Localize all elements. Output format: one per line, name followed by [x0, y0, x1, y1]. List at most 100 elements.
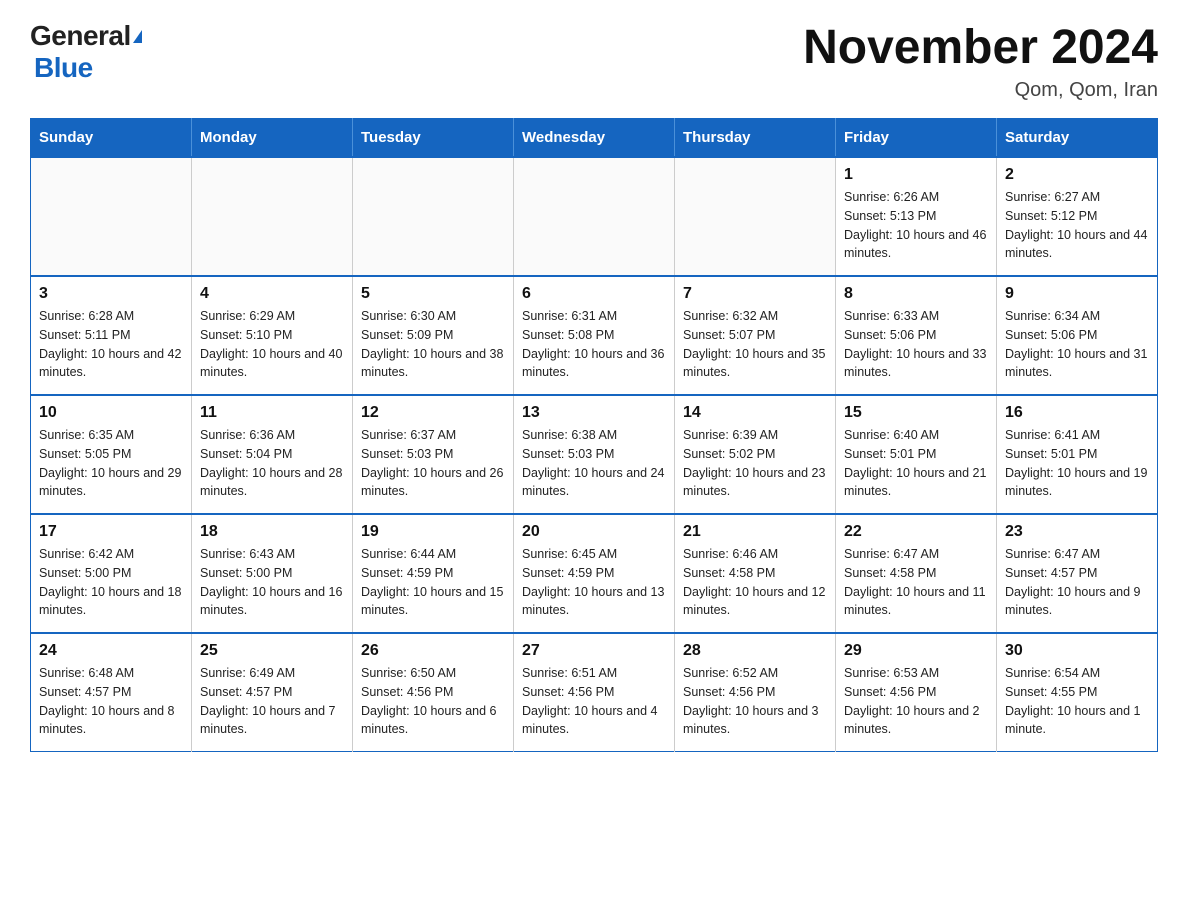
day-number: 18: [200, 523, 344, 541]
location-title: Qom, Qom, Iran: [803, 79, 1158, 102]
calendar-cell: 28 Sunrise: 6:52 AMSunset: 4:56 PMDayligh…: [675, 633, 836, 752]
calendar-cell: 21 Sunrise: 6:46 AMSunset: 4:58 PMDayligh…: [675, 514, 836, 633]
day-number: 13: [522, 404, 666, 422]
day-number: 25: [200, 642, 344, 660]
calendar-cell: 6 Sunrise: 6:31 AMSunset: 5:08 PMDaylight…: [514, 276, 675, 395]
day-number: 24: [39, 642, 183, 660]
title-block: November 2024 Qom, Qom, Iran: [803, 20, 1158, 102]
calendar-cell: 4 Sunrise: 6:29 AMSunset: 5:10 PMDaylight…: [192, 276, 353, 395]
weekday-header-sunday: Sunday: [31, 119, 192, 158]
day-number: 8: [844, 285, 988, 303]
day-number: 15: [844, 404, 988, 422]
calendar-cell: 1 Sunrise: 6:26 AMSunset: 5:13 PMDaylight…: [836, 157, 997, 276]
day-number: 14: [683, 404, 827, 422]
calendar-cell: [353, 157, 514, 276]
day-number: 1: [844, 166, 988, 184]
calendar-cell: 2 Sunrise: 6:27 AMSunset: 5:12 PMDaylight…: [997, 157, 1158, 276]
sun-info: Sunrise: 6:27 AMSunset: 5:12 PMDaylight:…: [1005, 188, 1149, 263]
sun-info: Sunrise: 6:53 AMSunset: 4:56 PMDaylight:…: [844, 664, 988, 739]
sun-info: Sunrise: 6:36 AMSunset: 5:04 PMDaylight:…: [200, 426, 344, 501]
calendar-header-row: SundayMondayTuesdayWednesdayThursdayFrid…: [31, 119, 1158, 158]
calendar-cell: 3Sunrise: 6:28 AMSunset: 5:11 PMDaylight…: [31, 276, 192, 395]
weekday-header-thursday: Thursday: [675, 119, 836, 158]
calendar-week-row: 24 Sunrise: 6:48 AMSunset: 4:57 PMDayligh…: [31, 633, 1158, 752]
day-number: 4: [200, 285, 344, 303]
sun-info: Sunrise: 6:39 AMSunset: 5:02 PMDaylight:…: [683, 426, 827, 501]
weekday-header-saturday: Saturday: [997, 119, 1158, 158]
day-number: 9: [1005, 285, 1149, 303]
day-number: 30: [1005, 642, 1149, 660]
sun-info: Sunrise: 6:44 AMSunset: 4:59 PMDaylight:…: [361, 545, 505, 620]
sun-info: Sunrise: 6:33 AMSunset: 5:06 PMDaylight:…: [844, 307, 988, 382]
calendar-cell: 9 Sunrise: 6:34 AMSunset: 5:06 PMDaylight…: [997, 276, 1158, 395]
sun-info: Sunrise: 6:26 AMSunset: 5:13 PMDaylight:…: [844, 188, 988, 263]
calendar-cell: [514, 157, 675, 276]
day-number: 7: [683, 285, 827, 303]
calendar-cell: [192, 157, 353, 276]
sun-info: Sunrise: 6:52 AMSunset: 4:56 PMDaylight:…: [683, 664, 827, 739]
weekday-header-friday: Friday: [836, 119, 997, 158]
sun-info: Sunrise: 6:30 AMSunset: 5:09 PMDaylight:…: [361, 307, 505, 382]
sun-info: Sunrise: 6:29 AMSunset: 5:10 PMDaylight:…: [200, 307, 344, 382]
sun-info: Sunrise: 6:46 AMSunset: 4:58 PMDaylight:…: [683, 545, 827, 620]
day-number: 22: [844, 523, 988, 541]
calendar-cell: 7 Sunrise: 6:32 AMSunset: 5:07 PMDaylight…: [675, 276, 836, 395]
day-number: 23: [1005, 523, 1149, 541]
calendar-cell: 19Sunrise: 6:44 AMSunset: 4:59 PMDayligh…: [353, 514, 514, 633]
sun-info: Sunrise: 6:42 AMSunset: 5:00 PMDaylight:…: [39, 545, 183, 620]
day-number: 16: [1005, 404, 1149, 422]
calendar-cell: 18 Sunrise: 6:43 AMSunset: 5:00 PMDayligh…: [192, 514, 353, 633]
day-number: 11: [200, 404, 344, 422]
calendar-week-row: 1 Sunrise: 6:26 AMSunset: 5:13 PMDaylight…: [31, 157, 1158, 276]
logo: General Blue: [30, 20, 142, 84]
logo-blue-text: Blue: [34, 52, 93, 83]
calendar-cell: 26Sunrise: 6:50 AMSunset: 4:56 PMDayligh…: [353, 633, 514, 752]
sun-info: Sunrise: 6:54 AMSunset: 4:55 PMDaylight:…: [1005, 664, 1149, 739]
calendar-week-row: 10 Sunrise: 6:35 AMSunset: 5:05 PMDayligh…: [31, 395, 1158, 514]
calendar-week-row: 17Sunrise: 6:42 AMSunset: 5:00 PMDayligh…: [31, 514, 1158, 633]
day-number: 5: [361, 285, 505, 303]
day-number: 12: [361, 404, 505, 422]
sun-info: Sunrise: 6:41 AMSunset: 5:01 PMDaylight:…: [1005, 426, 1149, 501]
calendar-cell: 16 Sunrise: 6:41 AMSunset: 5:01 PMDayligh…: [997, 395, 1158, 514]
calendar-week-row: 3Sunrise: 6:28 AMSunset: 5:11 PMDaylight…: [31, 276, 1158, 395]
calendar-cell: 24 Sunrise: 6:48 AMSunset: 4:57 PMDayligh…: [31, 633, 192, 752]
sun-info: Sunrise: 6:32 AMSunset: 5:07 PMDaylight:…: [683, 307, 827, 382]
sun-info: Sunrise: 6:34 AMSunset: 5:06 PMDaylight:…: [1005, 307, 1149, 382]
day-number: 20: [522, 523, 666, 541]
day-number: 6: [522, 285, 666, 303]
calendar-cell: 12Sunrise: 6:37 AMSunset: 5:03 PMDayligh…: [353, 395, 514, 514]
calendar-cell: 15 Sunrise: 6:40 AMSunset: 5:01 PMDayligh…: [836, 395, 997, 514]
sun-info: Sunrise: 6:47 AMSunset: 4:57 PMDaylight:…: [1005, 545, 1149, 620]
calendar-table: SundayMondayTuesdayWednesdayThursdayFrid…: [30, 118, 1158, 752]
day-number: 21: [683, 523, 827, 541]
logo-triangle-icon: [133, 30, 142, 43]
sun-info: Sunrise: 6:35 AMSunset: 5:05 PMDaylight:…: [39, 426, 183, 501]
day-number: 2: [1005, 166, 1149, 184]
calendar-cell: 8 Sunrise: 6:33 AMSunset: 5:06 PMDaylight…: [836, 276, 997, 395]
sun-info: Sunrise: 6:51 AMSunset: 4:56 PMDaylight:…: [522, 664, 666, 739]
day-number: 26: [361, 642, 505, 660]
calendar-cell: 13 Sunrise: 6:38 AMSunset: 5:03 PMDayligh…: [514, 395, 675, 514]
sun-info: Sunrise: 6:38 AMSunset: 5:03 PMDaylight:…: [522, 426, 666, 501]
sun-info: Sunrise: 6:43 AMSunset: 5:00 PMDaylight:…: [200, 545, 344, 620]
day-number: 29: [844, 642, 988, 660]
weekday-header-monday: Monday: [192, 119, 353, 158]
calendar-cell: 30 Sunrise: 6:54 AMSunset: 4:55 PMDayligh…: [997, 633, 1158, 752]
weekday-header-tuesday: Tuesday: [353, 119, 514, 158]
calendar-cell: 27Sunrise: 6:51 AMSunset: 4:56 PMDayligh…: [514, 633, 675, 752]
calendar-cell: [31, 157, 192, 276]
calendar-cell: 23 Sunrise: 6:47 AMSunset: 4:57 PMDayligh…: [997, 514, 1158, 633]
calendar-cell: 20Sunrise: 6:45 AMSunset: 4:59 PMDayligh…: [514, 514, 675, 633]
day-number: 3: [39, 285, 183, 303]
day-number: 10: [39, 404, 183, 422]
sun-info: Sunrise: 6:40 AMSunset: 5:01 PMDaylight:…: [844, 426, 988, 501]
calendar-cell: 17Sunrise: 6:42 AMSunset: 5:00 PMDayligh…: [31, 514, 192, 633]
logo-general-text: General: [30, 20, 131, 52]
calendar-cell: 22Sunrise: 6:47 AMSunset: 4:58 PMDayligh…: [836, 514, 997, 633]
page-header: General Blue November 2024 Qom, Qom, Ira…: [30, 20, 1158, 102]
sun-info: Sunrise: 6:48 AMSunset: 4:57 PMDaylight:…: [39, 664, 183, 739]
sun-info: Sunrise: 6:31 AMSunset: 5:08 PMDaylight:…: [522, 307, 666, 382]
day-number: 28: [683, 642, 827, 660]
calendar-cell: 10 Sunrise: 6:35 AMSunset: 5:05 PMDayligh…: [31, 395, 192, 514]
